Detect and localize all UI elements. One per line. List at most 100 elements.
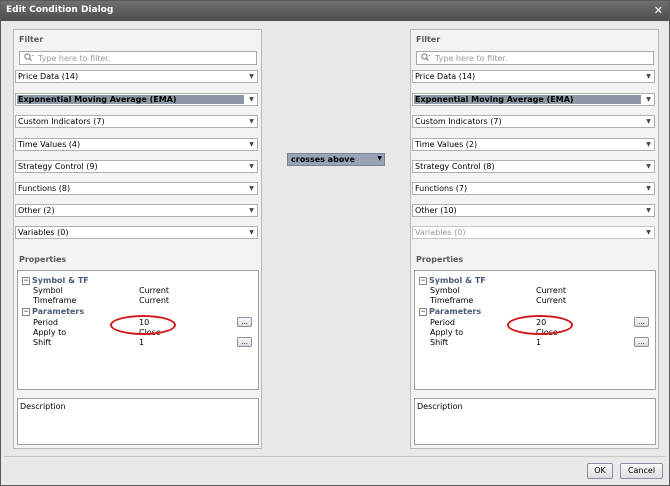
property-group-symbol-tf[interactable]: − Symbol & TF <box>22 276 89 285</box>
chevron-down-icon: ▼ <box>249 229 254 236</box>
property-value-symbol[interactable]: Current <box>536 286 566 295</box>
chevron-down-icon: ▼ <box>249 118 254 125</box>
property-value-shift[interactable]: 1 <box>139 338 144 347</box>
cancel-button[interactable]: Cancel <box>620 463 663 479</box>
group-label: Parameters <box>32 307 85 316</box>
category-dropdown-exponential-moving-average-ema[interactable]: Exponential Moving Average (EMA) ▼ <box>15 93 258 106</box>
minus-box-icon[interactable]: − <box>419 307 427 316</box>
category-dropdown-other[interactable]: Other (2) ▼ <box>15 204 258 217</box>
group-label: Parameters <box>429 307 482 316</box>
category-dropdown-strategy-control[interactable]: Strategy Control (9) ▼ <box>15 160 258 173</box>
chevron-down-icon: ▼ <box>646 96 651 103</box>
search-icon <box>24 53 34 64</box>
ok-button[interactable]: OK <box>587 463 613 479</box>
chevron-down-icon: ▼ <box>249 96 254 103</box>
filter-input[interactable]: Type here to filter. <box>416 51 654 65</box>
property-value-symbol[interactable]: Current <box>139 286 169 295</box>
dropdown-label: Custom Indicators (7) <box>415 117 502 126</box>
operator-dropdown[interactable]: crosses above ▼ <box>287 153 385 166</box>
minus-box-icon[interactable]: − <box>22 276 30 285</box>
property-value-shift[interactable]: 1 <box>536 338 541 347</box>
category-dropdown-variables: Variables (0) ▼ <box>412 226 655 239</box>
chevron-down-icon: ▼ <box>377 155 382 162</box>
filter-title: Filter <box>19 35 44 44</box>
dropdown-label: Variables (0) <box>415 228 466 237</box>
category-dropdown-functions[interactable]: Functions (7) ▼ <box>412 182 655 195</box>
right-condition-panel: Filter Type here to filter. Price Data (… <box>410 29 659 449</box>
dropdown-label: Other (10) <box>415 206 457 215</box>
period-annotation-oval <box>110 315 176 335</box>
filter-input[interactable]: Type here to filter. <box>19 51 257 65</box>
description-label: Description <box>417 402 463 411</box>
chevron-down-icon: ▼ <box>646 185 651 192</box>
filter-title: Filter <box>416 35 441 44</box>
chevron-down-icon: ▼ <box>646 141 651 148</box>
dropdown-label: Exponential Moving Average (EMA) <box>415 95 574 104</box>
dropdown-label: Price Data (14) <box>18 72 79 81</box>
property-name-symbol: Symbol <box>430 286 460 295</box>
property-name-period: Period <box>33 318 58 327</box>
properties-title: Properties <box>416 255 464 264</box>
property-value-timeframe[interactable]: Current <box>536 296 566 305</box>
dropdown-label: Custom Indicators (7) <box>18 117 105 126</box>
dropdown-label: Variables (0) <box>18 228 69 237</box>
dropdown-label: Strategy Control (8) <box>415 162 495 171</box>
left-condition-panel: Filter Type here to filter. Price Data (… <box>13 29 262 449</box>
close-icon[interactable]: ✕ <box>654 4 663 17</box>
description-label: Description <box>20 402 66 411</box>
category-dropdown-custom-indicators[interactable]: Custom Indicators (7) ▼ <box>412 115 655 128</box>
property-name-apply-to: Apply to <box>430 328 464 337</box>
chevron-down-icon: ▼ <box>646 73 651 80</box>
category-dropdown-time-values[interactable]: Time Values (2) ▼ <box>412 138 655 151</box>
edit-period-button[interactable]: ... <box>634 317 649 327</box>
property-name-apply-to: Apply to <box>33 328 67 337</box>
filter-placeholder: Type here to filter. <box>38 54 111 63</box>
dropdown-label: Time Values (2) <box>415 140 478 149</box>
property-name-shift: Shift <box>33 338 52 347</box>
group-label: Symbol & TF <box>32 276 89 285</box>
chevron-down-icon: ▼ <box>646 229 651 236</box>
dropdown-label: Functions (7) <box>415 184 468 193</box>
description-box[interactable]: Description <box>414 398 656 445</box>
operator-label: crosses above <box>291 155 355 164</box>
chevron-down-icon: ▼ <box>249 163 254 170</box>
edit-shift-button[interactable]: ... <box>634 337 649 347</box>
category-dropdown-price-data[interactable]: Price Data (14) ▼ <box>412 70 655 83</box>
dropdown-label: Exponential Moving Average (EMA) <box>18 95 177 104</box>
edit-condition-dialog: Edit Condition Dialog ✕ Filter Type here… <box>0 0 670 486</box>
category-dropdown-custom-indicators[interactable]: Custom Indicators (7) ▼ <box>15 115 258 128</box>
category-dropdown-exponential-moving-average-ema[interactable]: Exponential Moving Average (EMA) ▼ <box>412 93 655 106</box>
chevron-down-icon: ▼ <box>646 118 651 125</box>
category-dropdown-time-values[interactable]: Time Values (4) ▼ <box>15 138 258 151</box>
properties-title: Properties <box>19 255 67 264</box>
category-dropdown-functions[interactable]: Functions (8) ▼ <box>15 182 258 195</box>
chevron-down-icon: ▼ <box>646 163 651 170</box>
edit-period-button[interactable]: ... <box>237 317 252 327</box>
category-dropdown-other[interactable]: Other (10) ▼ <box>412 204 655 217</box>
divider <box>4 456 666 457</box>
property-value-timeframe[interactable]: Current <box>139 296 169 305</box>
chevron-down-icon: ▼ <box>249 141 254 148</box>
property-group-parameters[interactable]: − Parameters <box>22 307 84 316</box>
dropdown-label: Price Data (14) <box>415 72 476 81</box>
filter-placeholder: Type here to filter. <box>435 54 508 63</box>
description-box[interactable]: Description <box>17 398 259 445</box>
category-dropdown-price-data[interactable]: Price Data (14) ▼ <box>15 70 258 83</box>
dropdown-label: Strategy Control (9) <box>18 162 98 171</box>
minus-box-icon[interactable]: − <box>419 276 427 285</box>
period-annotation-oval <box>507 315 573 335</box>
property-group-parameters[interactable]: − Parameters <box>419 307 481 316</box>
property-group-symbol-tf[interactable]: − Symbol & TF <box>419 276 486 285</box>
window-title: Edit Condition Dialog <box>6 5 114 15</box>
category-dropdown-variables[interactable]: Variables (0) ▼ <box>15 226 258 239</box>
chevron-down-icon: ▼ <box>249 207 254 214</box>
property-name-shift: Shift <box>430 338 449 347</box>
chevron-down-icon: ▼ <box>249 185 254 192</box>
minus-box-icon[interactable]: − <box>22 307 30 316</box>
edit-shift-button[interactable]: ... <box>237 337 252 347</box>
dropdown-label: Functions (8) <box>18 184 71 193</box>
dropdown-label: Time Values (4) <box>18 140 81 149</box>
search-icon <box>421 53 431 64</box>
category-dropdown-strategy-control[interactable]: Strategy Control (8) ▼ <box>412 160 655 173</box>
title-bar: Edit Condition Dialog ✕ <box>1 1 669 21</box>
